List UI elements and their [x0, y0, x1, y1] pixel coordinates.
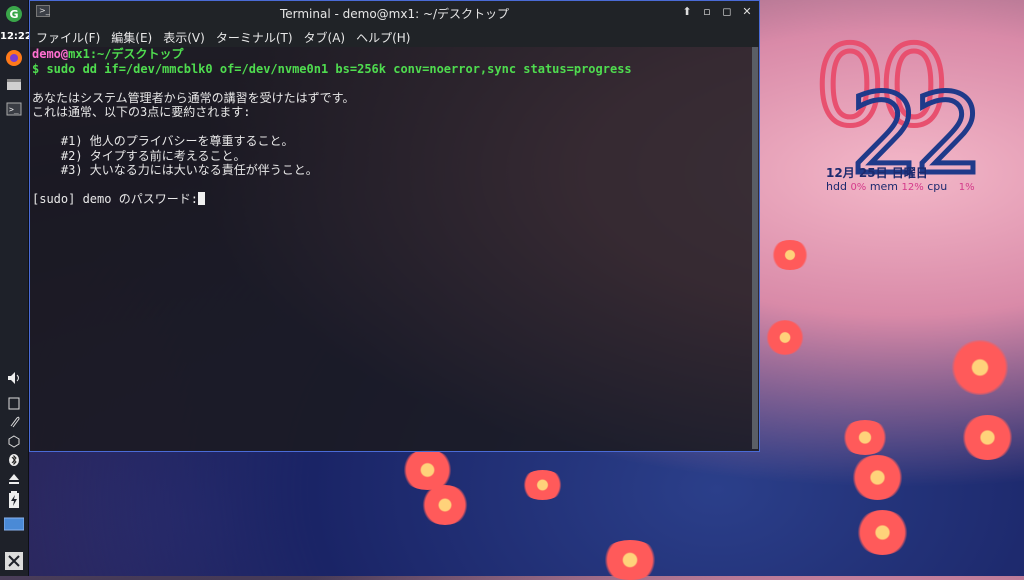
wallpaper-flower [960, 415, 1015, 460]
mx-logo-icon[interactable]: G [4, 4, 24, 24]
wallpaper-flower [400, 450, 455, 490]
wallpaper-flower [765, 320, 805, 355]
scrollbar[interactable] [752, 47, 758, 449]
hdd-value: 0% [850, 182, 867, 193]
scrollbar-thumb[interactable] [752, 47, 758, 449]
terminal-window[interactable]: >_ Terminal - demo@mx1: ~/デスクトップ ⬆ ▫ ◻ ✕… [29, 0, 760, 452]
battery-icon[interactable] [4, 490, 24, 510]
menu-file[interactable]: ファイル(F) [30, 23, 105, 46]
hdd-label: hdd [826, 180, 847, 193]
exit-icon[interactable] [4, 551, 24, 571]
rule-line-1: #1) 他人のプライバシーを尊重すること。 [32, 134, 294, 148]
wallpaper-flower [850, 455, 905, 500]
eject-icon[interactable] [4, 469, 24, 489]
menu-tabs[interactable]: タブ(A) [298, 23, 351, 46]
title-bar[interactable]: >_ Terminal - demo@mx1: ~/デスクトップ ⬆ ▫ ◻ ✕ [30, 1, 759, 23]
password-prompt: [sudo] demo のパスワード: [32, 192, 198, 206]
rule-line-2: #2) タイプする前に考えること。 [32, 148, 246, 163]
wallpaper-flower [840, 420, 890, 455]
attachment-icon[interactable] [4, 412, 24, 432]
prompt-line: demo@mx1:~/デスクトップ [32, 47, 751, 62]
prompt-path: :~/デスクトップ [89, 47, 184, 61]
command-text: $ sudo dd if=/dev/mmcblk0 of=/dev/nvme0n… [32, 61, 632, 76]
window-title: Terminal - demo@mx1: ~/デスクトップ [279, 7, 510, 21]
mem-label: mem [869, 180, 899, 193]
lecture-line-1: あなたはシステム管理者から通常の講習を受けたはずです。 [32, 90, 355, 105]
lecture-line-2: これは通常、以下の3点に要約されます: [32, 105, 251, 119]
menu-edit[interactable]: 編集(E) [105, 23, 157, 46]
svg-text:G: G [9, 8, 18, 21]
svg-text:>_: >_ [9, 105, 19, 114]
maximize-button[interactable]: ◻ [719, 4, 735, 20]
volume-icon[interactable] [4, 368, 24, 388]
mem-value: 12% [901, 182, 924, 193]
clipboard-icon[interactable] [4, 393, 24, 413]
workspace-icon[interactable] [4, 514, 24, 534]
panel-clock[interactable]: 12:22 [0, 31, 32, 42]
conky-stats: hdd 0% mem 12% cpu 1% [826, 180, 975, 193]
conky-date: 12月 25日 日曜日 [826, 166, 928, 180]
bluetooth-icon[interactable] [4, 450, 24, 470]
password-line[interactable]: [sudo] demo のパスワード: [32, 192, 751, 207]
menu-view[interactable]: 表示(V) [157, 23, 210, 46]
rule-line-3: #3) 大いなる力には大いなる責任が伴うこと。 [32, 163, 318, 177]
side-panel: G 12:22 >_ [0, 0, 32, 576]
menu-help[interactable]: ヘルプ(H) [350, 23, 415, 46]
file-manager-icon[interactable] [4, 74, 24, 94]
menu-bar: ファイル(F) 編集(E) 表示(V) ターミナル(T) タブ(A) ヘルプ(H) [30, 23, 759, 47]
keep-above-button[interactable]: ⬆ [679, 4, 695, 20]
command-line: $ sudo dd if=/dev/mmcblk0 of=/dev/nvme0n… [32, 62, 751, 77]
wallpaper-flower [420, 485, 470, 525]
firefox-icon[interactable] [4, 48, 24, 68]
menu-terminal[interactable]: ターミナル(T) [210, 23, 298, 46]
network-icon[interactable] [4, 431, 24, 451]
text-cursor [197, 192, 205, 205]
terminal-output[interactable]: demo@mx1:~/デスクトップ $ sudo dd if=/dev/mmcbl… [32, 47, 751, 449]
terminal-icon[interactable]: >_ [4, 99, 24, 119]
minimize-button[interactable]: ▫ [699, 4, 715, 20]
prompt-user: demo [32, 47, 61, 61]
cpu-label: cpu [927, 180, 948, 193]
wallpaper-flower [950, 340, 1010, 395]
wallpaper-flower [600, 540, 660, 580]
prompt-host: mx1 [68, 47, 90, 61]
cpu-value: 1% [958, 182, 975, 193]
wallpaper-flower [770, 240, 810, 270]
close-button[interactable]: ✕ [739, 4, 755, 20]
wallpaper-flower [520, 470, 565, 500]
wallpaper-flower [855, 510, 910, 555]
